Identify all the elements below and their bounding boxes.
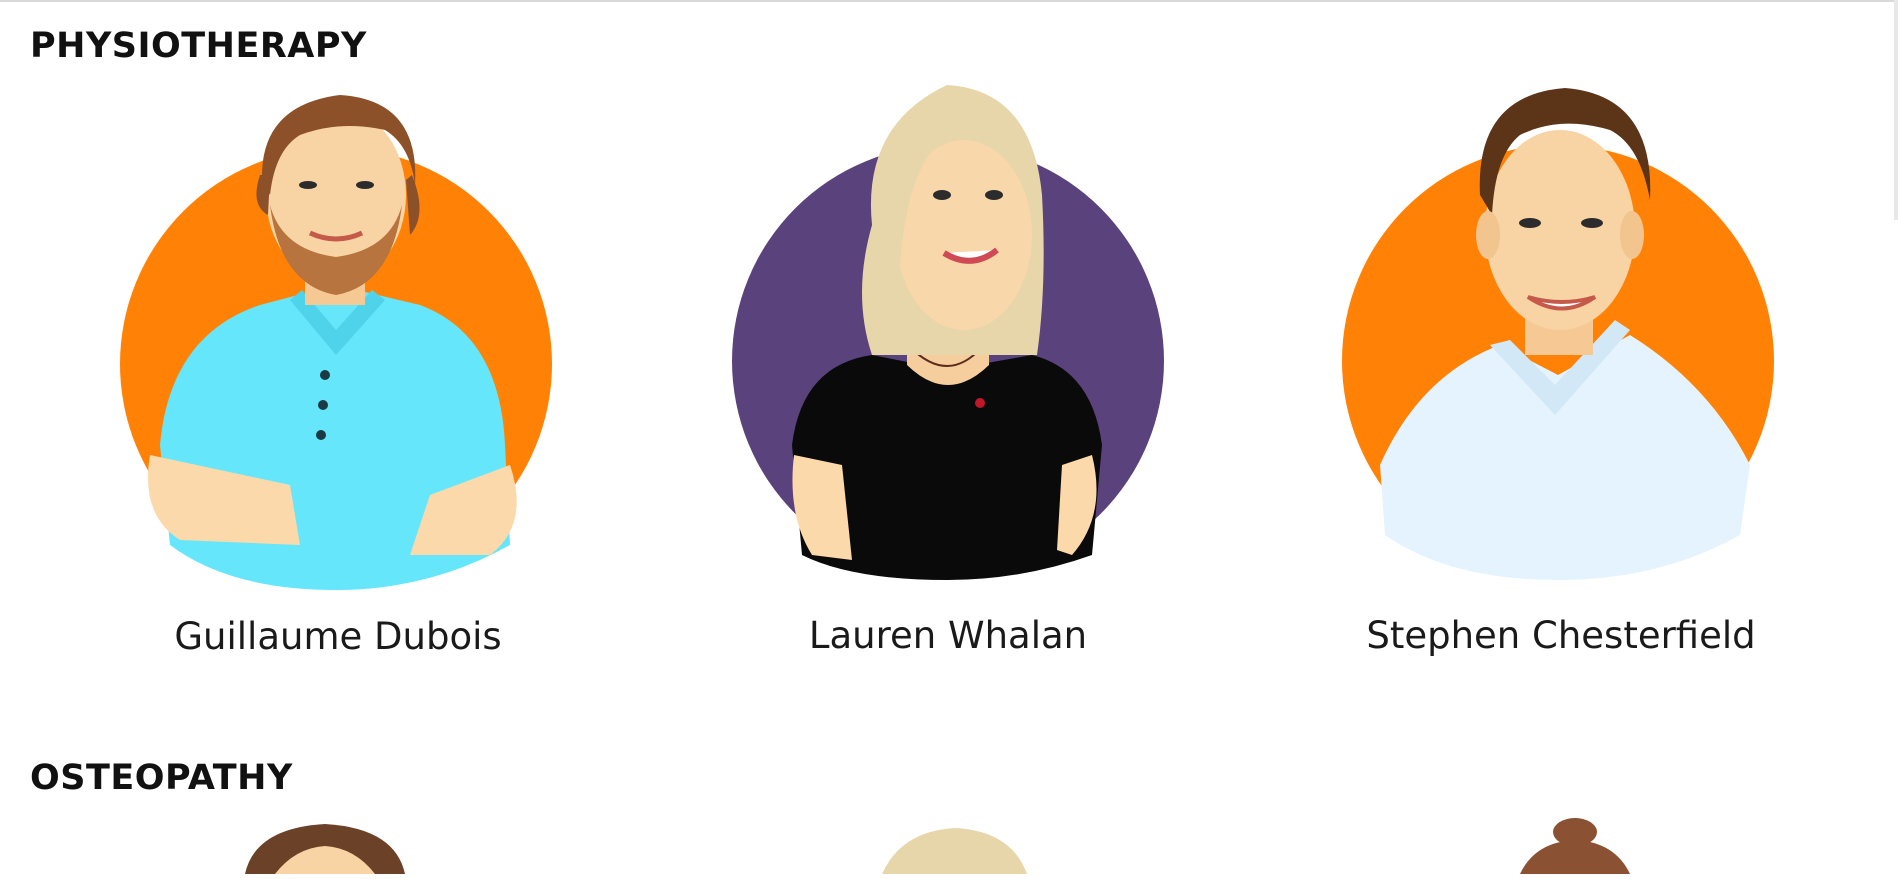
scrollbar-edge <box>1894 0 1898 220</box>
section-title-osteopathy: OSTEOPATHY <box>30 758 293 798</box>
person-name[interactable]: Stephen Chesterfield <box>1261 614 1861 657</box>
avatar-stephen-chesterfield[interactable] <box>1340 85 1780 585</box>
top-border <box>0 0 1898 2</box>
person-name[interactable]: Lauren Whalan <box>648 614 1248 657</box>
avatar-osteopathy-2[interactable] <box>862 818 1042 879</box>
avatar-guillaume-dubois[interactable] <box>110 85 566 605</box>
avatar-osteopathy-3[interactable] <box>1505 818 1645 879</box>
person-name[interactable]: Guillaume Dubois <box>38 615 638 658</box>
section-title-physiotherapy: PHYSIOTHERAPY <box>30 26 367 66</box>
avatar-lauren-whalan[interactable] <box>732 85 1172 585</box>
avatar-osteopathy-1[interactable] <box>235 818 415 879</box>
